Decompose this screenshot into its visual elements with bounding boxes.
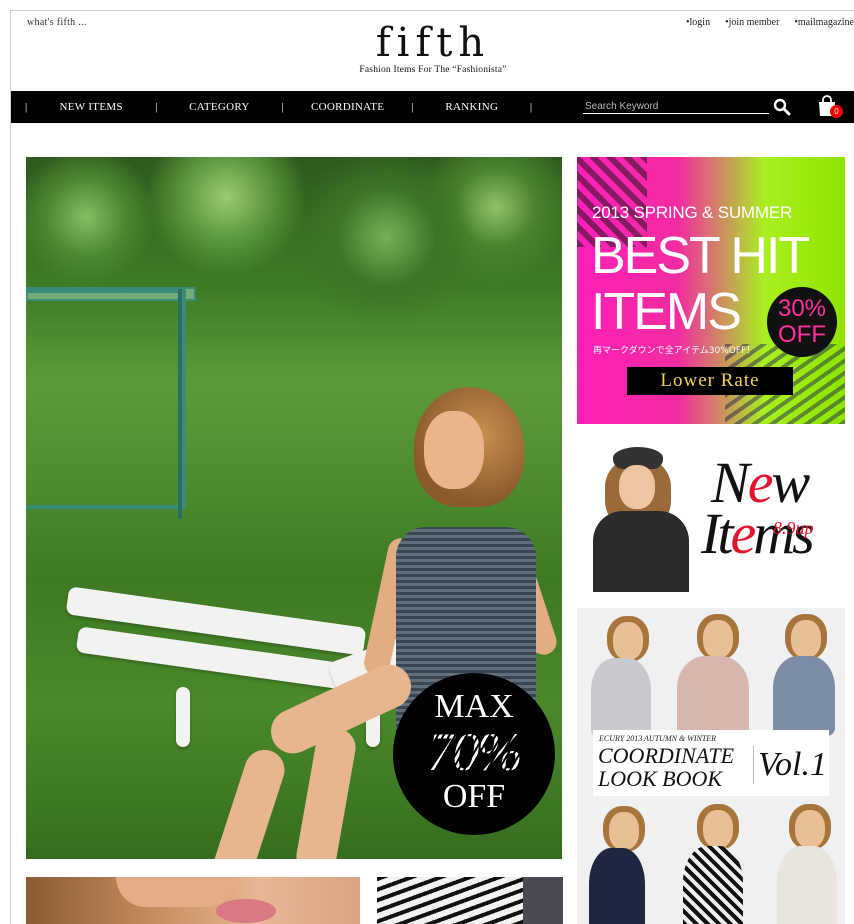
hero-table-frame <box>26 289 186 509</box>
sale-off-label: OFF <box>442 778 506 815</box>
promo-thumbnail[interactable] <box>26 877 360 924</box>
lower-rate-button[interactable]: Lower Rate <box>627 367 793 395</box>
lookbook-title: COORDINATE <box>598 743 735 768</box>
search-input[interactable] <box>583 99 769 114</box>
lookbook-title: LOOK BOOK <box>598 766 723 791</box>
nav-separator: | <box>529 101 533 113</box>
search-icon[interactable] <box>773 98 791 116</box>
lookbook-volume: Vol.1 <box>753 746 827 784</box>
hero-banner[interactable]: MAX 70% OFF <box>26 157 562 859</box>
cart-button[interactable]: 0 <box>817 95 843 119</box>
new-items-date: 8.9up <box>773 518 814 538</box>
cart-count-badge: 0 <box>830 105 843 118</box>
new-items-model <box>591 447 691 592</box>
logo-wordmark: fifth <box>375 20 491 66</box>
sale-max-label: MAX <box>434 688 514 725</box>
discount-badge: 30% OFF <box>767 287 837 357</box>
hero-table-leg <box>178 289 182 519</box>
banner-headline: ITEMS <box>591 283 742 341</box>
items-letters: e <box>730 501 756 566</box>
items-letters: It <box>701 501 733 566</box>
banner-headline: BEST HIT <box>591 227 810 285</box>
coordinate-lookbook-banner[interactable]: ECURY 2013 AUTUMN & WINTER COORDINATE LO… <box>577 608 845 924</box>
banner-japanese-copy: 再マークダウンで全アイテム30%OFF！ <box>593 346 756 356</box>
lookbook-eyebrow: ECURY 2013 AUTUMN & WINTER <box>599 734 717 743</box>
nav-item-coordinate[interactable]: COORDINATE <box>284 101 412 113</box>
logo-subtitle: Fashion Items For The “Fashionista” <box>359 65 507 75</box>
main-nav: | NEW ITEMS | CATEGORY | COORDINATE | RA… <box>11 91 854 123</box>
hero-sale-badge: MAX 70% OFF <box>393 673 555 835</box>
promo-thumbnail[interactable] <box>377 877 563 924</box>
discount-value: 30% <box>777 295 827 322</box>
page-frame: what's fifth ... •login •join member •ma… <box>10 10 854 924</box>
nav-item-ranking[interactable]: RANKING <box>414 101 530 113</box>
sale-percent-label: 70% <box>393 725 555 779</box>
discount-word: OFF <box>778 321 826 348</box>
best-hit-items-banner[interactable]: 2013 SPRING & SUMMER BEST HIT ITEMS 30% … <box>577 157 845 424</box>
banner-season: 2013 SPRING & SUMMER <box>592 203 793 222</box>
site-logo[interactable]: fifth Fashion Items For The “Fashionista… <box>11 23 854 75</box>
new-items-banner[interactable]: New Items 8.9up <box>577 442 845 592</box>
nav-item-new-items[interactable]: NEW ITEMS <box>27 101 155 113</box>
nav-item-category[interactable]: CATEGORY <box>157 101 281 113</box>
